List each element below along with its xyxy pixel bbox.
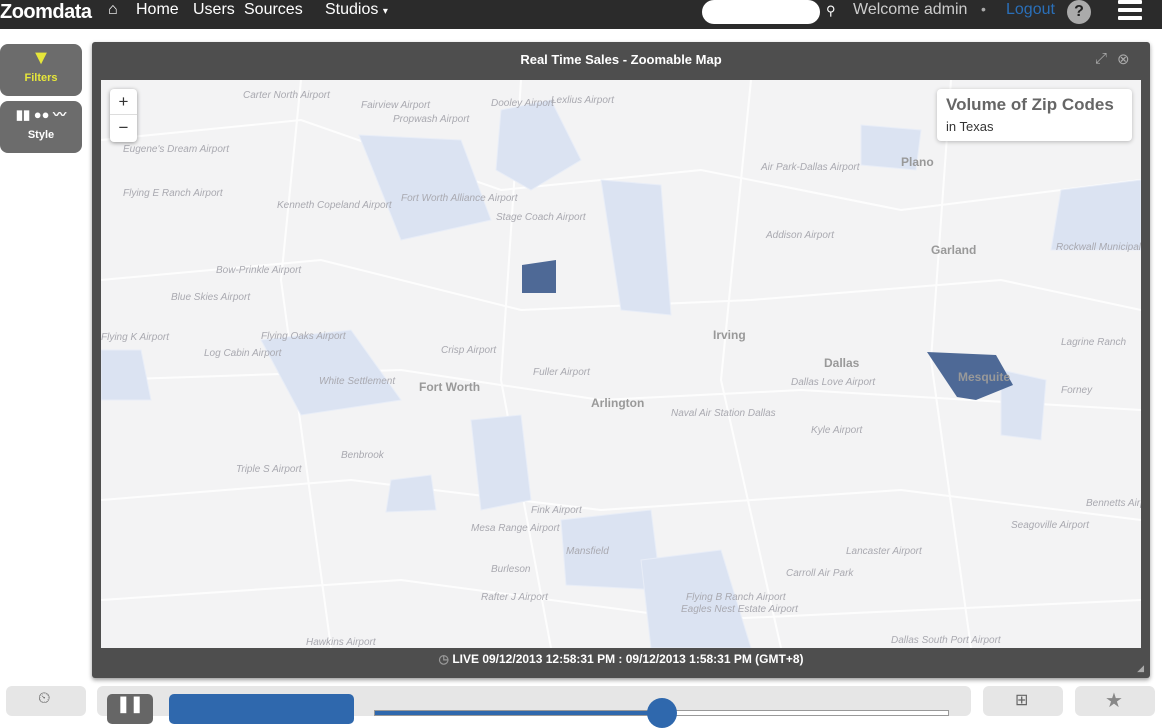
widget-title: Real Time Sales - Zoomable Map — [520, 52, 722, 67]
star-icon: ★ — [1105, 690, 1123, 712]
style-button[interactable]: ▮▮ ●● 〰 Style — [0, 101, 82, 153]
map-city-label: Irving — [713, 328, 746, 342]
map-place-label: Dooley Airport — [491, 98, 554, 109]
map-place-label: Crisp Airport — [441, 345, 497, 356]
zoom-in-button[interactable]: + — [110, 89, 137, 115]
map-place-label: Triple S Airport — [236, 464, 302, 475]
expand-icon[interactable]: ⤢ — [1095, 50, 1107, 67]
caret-down-icon: ▾ — [382, 6, 388, 17]
time-range: 09/12/2013 12:58:31 PM : 09/12/2013 1:58… — [482, 652, 804, 666]
map-place-label: Log Cabin Airport — [204, 348, 282, 359]
logout-link[interactable]: Logout — [1006, 1, 1055, 19]
filters-button[interactable]: ▼ Filters — [0, 44, 82, 96]
map-city-label: Arlington — [591, 396, 645, 410]
map-place-label: Mansfield — [566, 546, 609, 557]
history-button[interactable]: ⏲ — [6, 686, 86, 716]
zoom-control: + − — [110, 89, 137, 142]
map-place-label: Stage Coach Airport — [496, 212, 586, 223]
style-label: Style — [27, 129, 55, 141]
favorite-button[interactable]: ★ — [1075, 686, 1155, 716]
add-widget-icon: ⊞ — [1015, 692, 1029, 709]
map-city-label: Garland — [931, 243, 977, 257]
map-place-label: Naval Air Station Dallas — [671, 408, 776, 419]
studios-label: Studios — [325, 1, 379, 18]
map-place-label: Eagles Nest Estate Airport — [681, 604, 798, 615]
hamburger-menu-icon[interactable] — [1118, 0, 1142, 22]
zip-region-dark — [522, 260, 556, 293]
map-place-label: Air Park-Dallas Airport — [761, 162, 860, 173]
map-place-label: Lexlius Airport — [551, 95, 614, 106]
chart-types-icon: ▮▮ ●● 〰 — [15, 107, 67, 122]
map-place-label: Burleson — [491, 564, 531, 575]
map-place-label: Dallas South Port Airport — [891, 635, 1001, 646]
map-place-label: Flying B Ranch Airport — [686, 592, 786, 603]
time-range-bar: ◷ LIVE 09/12/2013 12:58:31 PM : 09/12/20… — [92, 652, 1150, 666]
live-badge: LIVE — [452, 652, 479, 666]
map-place-label: Bow-Prinkle Airport — [216, 265, 302, 276]
map-place-label: Eugene's Dream Airport — [123, 144, 230, 155]
top-nav: Zoomdata ⌂ Home Users Sources Studios ▾ … — [0, 0, 1162, 29]
map-place-label: Fairview Airport — [361, 100, 431, 111]
help-icon[interactable]: ? — [1067, 0, 1091, 24]
map-place-label: Flying Oaks Airport — [261, 331, 346, 342]
search-input[interactable] — [702, 0, 820, 24]
search-icon[interactable]: ⚲ — [826, 3, 836, 19]
map-place-label: Fuller Airport — [533, 367, 590, 378]
map-city-label: Dallas — [824, 356, 860, 370]
map-place-label: Lancaster Airport — [846, 546, 922, 557]
add-widget-button[interactable]: ⊞ — [983, 686, 1063, 716]
filters-label: Filters — [24, 72, 58, 84]
slider-handle[interactable] — [646, 698, 677, 728]
map-city-label: Plano — [901, 155, 934, 169]
map-place-label: Bennetts Airport — [1086, 498, 1141, 509]
zoomable-map[interactable]: Carter North Airport Fairview Airport Dool… — [101, 80, 1141, 648]
map-place-label: Propwash Airport — [393, 114, 470, 125]
map-place-label: Dallas Love Airport — [791, 377, 876, 388]
map-place-label: Rockwall Municipal Airport — [1056, 242, 1141, 253]
map-city-label: Fort Worth — [419, 380, 481, 394]
clock-icon: ◷ — [438, 652, 449, 666]
map-place-label: Kyle Airport — [811, 425, 863, 436]
map-place-label: White Settlement — [319, 376, 396, 387]
map-place-label: Kenneth Copeland Airport — [277, 200, 392, 211]
pause-button[interactable]: ❚❚ — [107, 694, 153, 724]
timeline-bar: ❚❚ — [97, 686, 971, 728]
map-place-label: Addison Airport — [766, 230, 834, 241]
close-icon[interactable]: ⊗ — [1117, 50, 1130, 68]
time-window-button[interactable] — [169, 694, 354, 724]
legend-subtitle: in Texas — [946, 119, 994, 134]
separator: • — [981, 1, 986, 17]
nav-home[interactable]: Home — [136, 1, 179, 19]
map-place-label: Forney — [1061, 385, 1093, 396]
nav-users[interactable]: Users — [193, 1, 235, 19]
map-place-label: Mesa Range Airport — [471, 523, 560, 534]
map-place-label: Carroll Air Park — [786, 568, 854, 579]
legend-title: Volume of Zip Codes — [946, 95, 1114, 114]
map-place-label: Flying K Airport — [101, 332, 169, 343]
welcome-text: Welcome admin — [853, 1, 968, 18]
map-widget: Real Time Sales - Zoomable Map ⤢ ⊗ Carte… — [92, 42, 1150, 678]
map-place-label: Rafter J Airport — [481, 592, 548, 603]
map-place-label: Benbrook — [341, 450, 384, 461]
brand-logo[interactable]: Zoomdata — [0, 0, 92, 24]
home-icon[interactable]: ⌂ — [108, 1, 118, 19]
resize-handle[interactable]: ◢ — [1137, 663, 1144, 674]
time-icon: ⏲ — [38, 690, 51, 707]
map-place-label: Flying E Ranch Airport — [123, 188, 223, 199]
map-place-label: Lagrine Ranch — [1061, 337, 1127, 348]
map-place-label: Blue Skies Airport — [171, 292, 251, 303]
map-place-label: Carter North Airport — [243, 90, 330, 101]
nav-sources[interactable]: Sources — [244, 1, 303, 19]
nav-studios[interactable]: Studios ▾ — [325, 1, 388, 21]
map-city-label: Mesquite — [958, 370, 1011, 384]
map-place-label: Seagoville Airport — [1011, 520, 1090, 531]
zoom-out-button[interactable]: − — [110, 115, 137, 141]
map-regions — [101, 80, 1141, 648]
map-legend: Volume of Zip Codes in Texas — [937, 89, 1132, 141]
map-place-label: Hawkins Airport — [306, 637, 376, 648]
map-place-label: Fink Airport — [531, 505, 582, 516]
map-place-label: Fort Worth Alliance Airport — [401, 193, 518, 204]
funnel-icon: ▼ — [31, 47, 51, 69]
